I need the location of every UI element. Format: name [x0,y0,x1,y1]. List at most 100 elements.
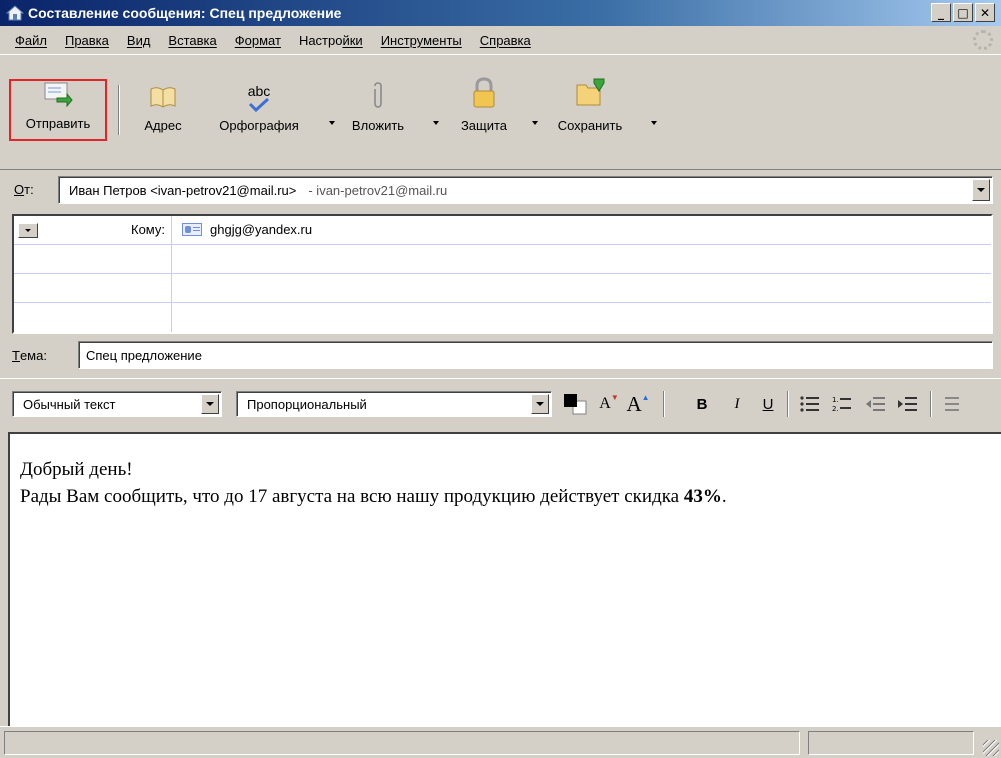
subject-input[interactable]: Спец предложение [78,341,993,369]
menu-tools[interactable]: Инструменты [372,33,471,48]
menu-edit[interactable]: Правка [56,33,118,48]
numbered-list-icon: 1.2. [832,396,851,412]
status-progress-pane [808,731,974,755]
svg-text:1.: 1. [832,396,839,404]
menu-bar: Файл Правка Вид Вставка Формат Настройки… [0,26,1001,54]
spelling-dropdown-arrow-icon[interactable] [329,121,335,125]
address-book-icon [149,85,177,112]
menu-insert[interactable]: Вставка [159,33,225,48]
recipient-type-cell [14,303,172,332]
save-label: Сохранить [557,118,623,133]
close-button[interactable]: ✕ [975,3,995,22]
paragraph-style-select[interactable]: Обычный текст [12,391,222,417]
recipient-address: ghgjg@yandex.ru [210,222,313,237]
bullet-list-button[interactable] [798,393,822,415]
save-dropdown-arrow-icon[interactable] [651,121,657,125]
main-toolbar: Отправить Адрес abc Орфография Вложить З… [0,54,1001,170]
padlock-icon [471,77,497,112]
minimize-button[interactable]: _ [931,3,951,22]
spelling-label: Орфография [219,118,299,133]
body-line-offer: Рады Вам сообщить, что до 17 августа на … [20,486,727,507]
window-title: Составление сообщения: Спец предложение [28,5,342,21]
security-dropdown-arrow-icon[interactable] [532,121,538,125]
message-body[interactable]: Добрый день! Рады Вам сообщить, что до 1… [8,432,1001,726]
svg-text:2.: 2. [832,405,839,412]
attach-dropdown-arrow-icon[interactable] [433,121,439,125]
align-button[interactable] [942,393,962,415]
from-select[interactable]: Иван Петров <ivan-petrov21@mail.ru> - iv… [58,176,993,204]
send-button[interactable]: Отправить [9,79,107,141]
from-dropdown-button[interactable] [972,179,990,201]
numbered-list-button[interactable]: 1. 2. [830,393,854,415]
text-color-icon [564,394,587,415]
from-label: От: [14,182,34,197]
font-dropdown-button[interactable] [531,394,549,414]
font-value: Пропорциональный [247,396,367,412]
paragraph-style-dropdown-button[interactable] [201,394,219,414]
outdent-button[interactable] [864,393,888,415]
recipient-value[interactable]: ghgjg@yandex.ru [182,222,312,237]
paperclip-icon [370,81,386,112]
contact-card-icon [182,223,202,236]
recipient-row[interactable] [14,274,991,303]
paragraph-style-value: Обычный текст [23,396,116,412]
menu-file[interactable]: Файл [6,33,56,48]
from-row: От: Иван Петров <ivan-petrov21@mail.ru> … [0,174,1001,208]
chevron-down-icon [25,229,31,232]
security-label: Защита [460,118,508,133]
outdent-icon [866,397,885,411]
format-separator [787,391,789,417]
spelling-button[interactable]: abc Орфография [208,77,310,141]
attach-label: Вложить [351,118,405,133]
recipient-type-cell [14,245,172,273]
recipient-type-cell [14,274,172,302]
bold-button[interactable]: B [692,393,712,415]
chevron-down-icon [977,188,985,192]
maximize-button[interactable]: □ [953,3,973,22]
toolbar-separator [118,85,120,135]
menu-settings[interactable]: Настройки [290,33,372,48]
status-bar [0,726,1001,758]
recipient-row[interactable] [14,245,991,274]
recipient-type-label: Кому: [131,222,165,237]
spellcheck-icon-text: abc [247,83,271,99]
format-separator [930,391,932,417]
font-select[interactable]: Пропорциональный [236,391,552,417]
increase-font-button[interactable]: A ▲ [624,392,652,416]
format-toolbar: Обычный текст Пропорциональный A ▼ A ▲ B I… [0,378,1001,428]
recipients-list[interactable]: Кому: ghgjg@yandex.ru [12,214,993,334]
menu-view[interactable]: Вид [118,33,160,48]
from-value: Иван Петров <ivan-petrov21@mail.ru> [69,182,297,198]
address-label: Адрес [144,118,182,133]
body-line-greeting: Добрый день! [20,459,133,480]
underline-button[interactable]: U [758,393,778,415]
decrease-font-button[interactable]: A ▼ [598,393,620,415]
resize-grip-icon[interactable] [983,740,999,756]
from-account: - ivan-petrov21@mail.ru [308,182,448,198]
arrow-down-icon: ▼ [610,393,619,402]
subject-label: Тема: [12,348,47,363]
recipient-type-cell: Кому: [14,216,172,244]
align-icon [945,397,959,411]
recipient-row[interactable] [14,303,991,332]
activity-throbber-icon [973,30,993,50]
bullet-list-icon [800,396,819,412]
status-text-pane [4,731,800,755]
menu-format[interactable]: Формат [226,33,290,48]
text-color-button[interactable] [560,393,590,415]
menu-help[interactable]: Справка [471,33,540,48]
attach-button[interactable]: Вложить [345,77,411,141]
italic-button[interactable]: I [727,393,747,415]
security-button[interactable]: Защита [449,77,519,141]
send-icon [43,81,73,110]
save-button[interactable]: Сохранить [548,77,632,141]
recipient-row[interactable]: Кому: ghgjg@yandex.ru [14,216,991,245]
indent-icon [898,397,917,411]
send-label: Отправить [25,116,91,131]
recipient-type-dropdown[interactable] [18,223,38,238]
indent-button[interactable] [896,393,920,415]
title-bar[interactable]: Составление сообщения: Спец предложение … [0,0,1001,26]
discount-value: 43% [683,486,722,507]
address-button[interactable]: Адрес [134,77,192,141]
chevron-down-icon [206,402,214,406]
